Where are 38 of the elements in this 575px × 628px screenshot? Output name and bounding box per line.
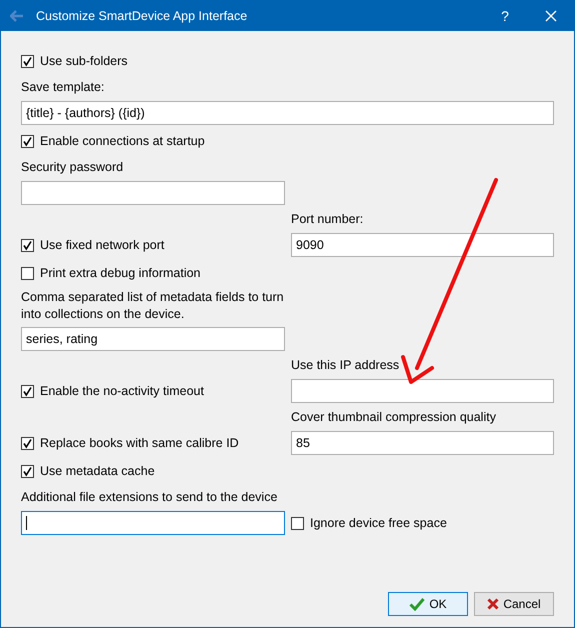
field-label: Use this IP address xyxy=(291,356,400,374)
checkbox[interactable] xyxy=(21,464,34,478)
field-label: Save template: xyxy=(21,78,104,96)
checkbox[interactable] xyxy=(291,516,304,530)
text-field[interactable]: series, rating xyxy=(21,327,285,351)
field-label: Comma separated list of metadata fields to turn into collections on the device. xyxy=(21,289,285,323)
checkbox[interactable] xyxy=(21,54,34,68)
cancel-button[interactable]: Cancel xyxy=(474,592,554,616)
text-field[interactable] xyxy=(21,511,285,535)
checkbox-label[interactable]: Print extra debug information xyxy=(40,266,201,280)
checkbox-label[interactable]: Replace books with same calibre ID xyxy=(40,436,239,450)
checkbox-label[interactable]: Use sub-folders xyxy=(40,54,128,68)
field-label: Cover thumbnail compression quality xyxy=(291,408,496,426)
checkbox[interactable] xyxy=(21,384,34,398)
checkbox-label[interactable]: Enable the no-activity timeout xyxy=(40,384,204,398)
field-label: Port number: xyxy=(291,210,364,228)
help-button[interactable]: ? xyxy=(482,1,528,31)
text-field[interactable]: 85 xyxy=(291,431,554,455)
text-field[interactable]: {title} - {authors} ({id}) xyxy=(21,101,554,125)
text-field[interactable]: 9090 xyxy=(291,233,554,257)
close-icon xyxy=(545,10,557,22)
text-field[interactable] xyxy=(291,379,554,403)
cross-icon xyxy=(487,598,500,610)
field-label: Security password xyxy=(21,158,124,176)
checkbox[interactable] xyxy=(21,266,34,280)
checkmark-icon xyxy=(409,597,426,611)
checkbox[interactable] xyxy=(21,134,34,148)
field-label: Additional file extensions to send to the device xyxy=(21,488,278,506)
checkbox-label[interactable]: Ignore device free space xyxy=(310,516,447,530)
checkbox-label[interactable]: Use fixed network port xyxy=(40,238,164,252)
checkbox-label[interactable]: Use metadata cache xyxy=(40,464,155,478)
back-arrow-icon xyxy=(10,10,24,22)
checkbox[interactable] xyxy=(21,436,34,450)
window-title: Customize SmartDevice App Interface xyxy=(36,9,248,23)
text-field[interactable] xyxy=(21,181,285,205)
checkbox[interactable] xyxy=(21,238,34,252)
ok-button[interactable]: OK xyxy=(388,592,468,616)
checkbox-label[interactable]: Enable connections at startup xyxy=(40,134,205,148)
